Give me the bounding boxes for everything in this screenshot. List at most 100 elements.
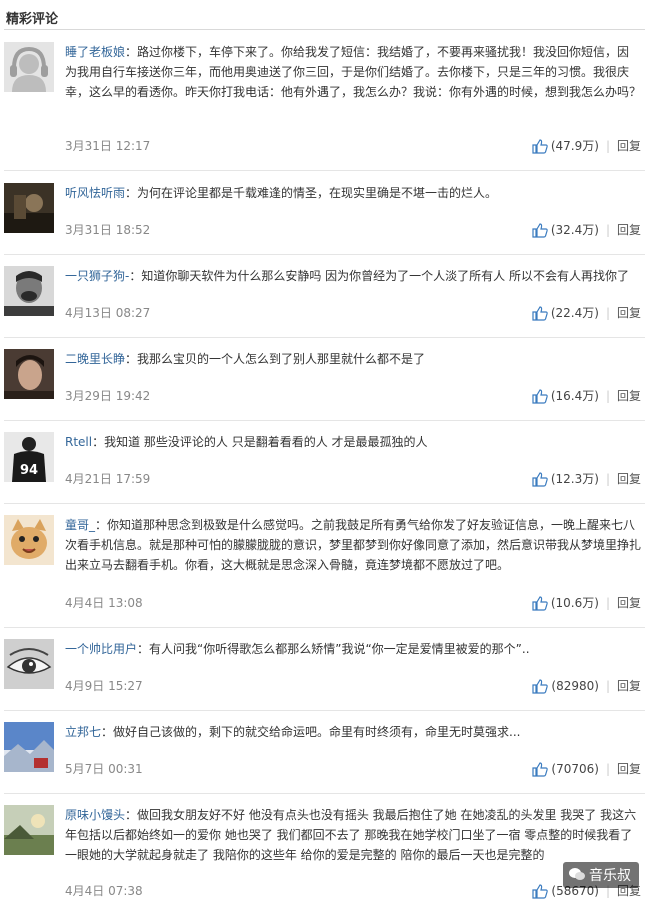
comment-actions: (32.4万) | 回复: [532, 220, 641, 240]
comment-text: ：路过你楼下，车停下来了。你给我发了短信：我结婚了，不要再来骚扰我！我没回你短信…: [65, 45, 642, 99]
eye-avatar-icon: [4, 639, 54, 689]
action-separator: |: [605, 389, 610, 403]
comment-actions: (16.4万) | 回复: [532, 386, 641, 406]
jersey-94-avatar-icon: 94: [4, 432, 54, 482]
comment-time: 3月29日 19:42: [65, 389, 151, 403]
like-count: (10.6万): [550, 596, 599, 610]
username-link[interactable]: 童哥_: [65, 518, 95, 532]
reply-button[interactable]: 回复: [617, 386, 641, 406]
wechat-icon: [569, 868, 585, 880]
comment-actions: (47.9万) | 回复: [532, 136, 641, 156]
comment-item: 听风怯听雨：为何在评论里都是千载难逢的情圣，在现实里确是不堪一击的烂人。 3月3…: [0, 171, 649, 255]
username-link[interactable]: 一个帅比用户: [65, 642, 137, 656]
reply-button[interactable]: 回复: [617, 676, 641, 696]
comment-item: 二晚里长睁：我那么宝贝的一个人怎么到了别人那里就什么都不是了 3月29日 19:…: [0, 337, 649, 421]
comment-text: ：我知道 那些没评论的人 只是翻着看看的人 才是最最孤独的人: [92, 435, 428, 449]
avatar[interactable]: [4, 639, 54, 689]
thumbs-up-icon: [532, 761, 549, 777]
watermark: 音乐叔: [563, 862, 639, 888]
reply-button[interactable]: 回复: [617, 469, 641, 489]
like-count: (12.3万): [550, 472, 599, 486]
like-button[interactable]: (12.3万): [532, 469, 599, 489]
reply-button[interactable]: 回复: [617, 303, 641, 323]
comment-text: ：我那么宝贝的一个人怎么到了别人那里就什么都不是了: [125, 352, 426, 366]
comment-body: 童哥_：你知道那种思念到极致是什么感觉吗。之前我鼓足所有勇气给你发了好友验证信息…: [65, 515, 641, 575]
comment-item: 94 Rtell：我知道 那些没评论的人 只是翻着看看的人 才是最最孤独的人 4…: [0, 420, 649, 504]
comment-text: ：做回我女朋友好不好 他没有点头也没有摇头 我最后抱住了她 在她凌乱的头发里 我…: [65, 808, 637, 862]
like-button[interactable]: (22.4万): [532, 303, 599, 323]
comment-text: ：知道你聊天软件为什么那么安静吗 因为你曾经为了一个人淡了所有人 所以不会有人再…: [129, 269, 629, 283]
thumbs-up-icon: [532, 595, 548, 611]
dark-photo-avatar-icon: [4, 183, 54, 233]
comment-meta: 4月13日 08:27 (22.4万) | 回复: [65, 303, 641, 323]
reply-button[interactable]: 回复: [617, 136, 641, 156]
username-link[interactable]: 立邦七: [65, 725, 101, 739]
action-separator: |: [605, 596, 610, 610]
avatar[interactable]: [4, 515, 54, 565]
comment-actions: (10.6万) | 回复: [532, 593, 641, 613]
comment-body: 原味小馒头：做回我女朋友好不好 他没有点头也没有摇头 我最后抱住了她 在她凌乱的…: [65, 805, 641, 865]
avatar[interactable]: [4, 266, 54, 316]
avatar[interactable]: 94: [4, 432, 54, 482]
cat-avatar-icon: [4, 515, 54, 565]
like-button[interactable]: (82980): [532, 676, 599, 696]
action-separator: |: [605, 679, 610, 693]
like-count: (47.9万): [550, 139, 599, 153]
username-link[interactable]: Rtell: [65, 435, 92, 449]
comment-time: 4月9日 15:27: [65, 679, 143, 693]
action-separator: |: [605, 223, 610, 237]
comment-text: ：为何在评论里都是千载难逢的情圣，在现实里确是不堪一击的烂人。: [125, 186, 498, 200]
comment-item: 一只狮子狗-：知道你聊天软件为什么那么安静吗 因为你曾经为了一个人淡了所有人 所…: [0, 254, 649, 338]
action-separator: |: [605, 472, 610, 486]
reply-button[interactable]: 回复: [617, 593, 641, 613]
action-separator: |: [605, 139, 610, 153]
comment-time: 3月31日 18:52: [65, 223, 151, 237]
comment-meta: 4月9日 15:27 (82980) | 回复: [65, 676, 641, 696]
comment-meta: 4月4日 07:38 (58670) | 回复: [65, 881, 641, 901]
username-link[interactable]: 二晚里长睁: [65, 352, 125, 366]
thumbs-up-icon: [532, 883, 549, 899]
like-button[interactable]: (32.4万): [532, 220, 599, 240]
comment-time: 4月13日 08:27: [65, 306, 151, 320]
comment-item: 一个帅比用户：有人问我“你听得歌怎么都那么矫情”我说“你一定是爱情里被爱的那个”…: [0, 627, 649, 711]
thumbs-up-icon: [532, 678, 549, 694]
thumbs-up-icon: [532, 305, 548, 321]
comment-text: ：做好自己该做的，剩下的就交给命运吧。命里有时终须有，命里无时莫强求...: [101, 725, 521, 739]
comment-item: 原味小馒头：做回我女朋友好不好 他没有点头也没有摇头 我最后抱住了她 在她凌乱的…: [0, 793, 649, 904]
username-link[interactable]: 原味小馒头: [65, 808, 125, 822]
like-button[interactable]: (10.6万): [532, 593, 599, 613]
like-button[interactable]: (47.9万): [532, 136, 599, 156]
like-count: (22.4万): [550, 306, 599, 320]
comment-body: 一只狮子狗-：知道你聊天软件为什么那么安静吗 因为你曾经为了一个人淡了所有人 所…: [65, 266, 641, 286]
like-button[interactable]: (16.4万): [532, 386, 599, 406]
comment-item: 童哥_：你知道那种思念到极致是什么感觉吗。之前我鼓足所有勇气给你发了好友验证信息…: [0, 503, 649, 629]
like-count: (16.4万): [550, 389, 599, 403]
avatar[interactable]: [4, 805, 54, 855]
sky-avatar-icon: [4, 722, 54, 772]
laughing-man-avatar-icon: [4, 266, 54, 316]
thumbs-up-icon: [532, 388, 548, 404]
username-link[interactable]: 睡了老板娘: [65, 45, 125, 59]
like-button[interactable]: (70706): [532, 759, 599, 779]
comment-body: 一个帅比用户：有人问我“你听得歌怎么都那么矫情”我说“你一定是爱情里被爱的那个”…: [65, 639, 641, 659]
avatar[interactable]: [4, 722, 54, 772]
headphones-avatar-icon: [4, 42, 54, 92]
action-separator: |: [605, 762, 610, 776]
comment-time: 4月4日 13:08: [65, 596, 143, 610]
username-link[interactable]: 听风怯听雨: [65, 186, 125, 200]
avatar[interactable]: [4, 42, 54, 92]
like-count: (82980): [551, 679, 599, 693]
avatar[interactable]: [4, 183, 54, 233]
avatar[interactable]: [4, 349, 54, 399]
section-title: 精彩评论: [6, 12, 59, 27]
comment-meta: 3月29日 19:42 (16.4万) | 回复: [65, 386, 641, 406]
comment-time: 4月21日 17:59: [65, 472, 151, 486]
reply-button[interactable]: 回复: [617, 759, 641, 779]
comment-body: 听风怯听雨：为何在评论里都是千载难逢的情圣，在现实里确是不堪一击的烂人。: [65, 183, 641, 203]
reply-button[interactable]: 回复: [617, 220, 641, 240]
thumbs-up-icon: [532, 471, 548, 487]
jersey-number: 94: [20, 463, 38, 478]
comment-time: 3月31日 12:17: [65, 139, 151, 153]
username-link[interactable]: 一只狮子狗-: [65, 269, 129, 283]
action-separator: |: [605, 306, 610, 320]
